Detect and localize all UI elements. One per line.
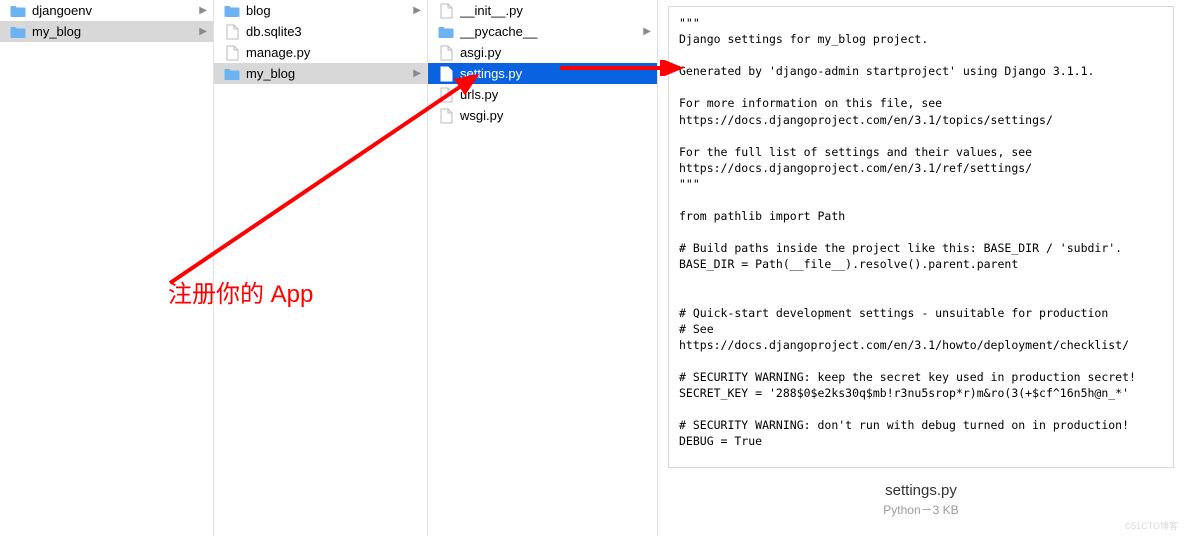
annotation-text: 注册你的 App [168, 274, 313, 309]
file-item-settings-py[interactable]: settings.py [428, 63, 657, 84]
file-icon [438, 3, 454, 19]
file-icon [224, 45, 240, 61]
file-item-db-sqlite3[interactable]: db.sqlite3 [214, 21, 427, 42]
item-label: djangoenv [32, 3, 197, 18]
column-1: djangoenv▶my_blog▶ [0, 0, 214, 536]
item-label: blog [246, 3, 411, 18]
file-preview[interactable]: """ Django settings for my_blog project.… [668, 6, 1174, 468]
watermark: ©51CTO博客 [1125, 519, 1178, 532]
file-item-manage-py[interactable]: manage.py [214, 42, 427, 63]
item-label: __pycache__ [460, 24, 641, 39]
file-item-my-blog[interactable]: my_blog▶ [214, 63, 427, 84]
file-item-urls-py[interactable]: urls.py [428, 84, 657, 105]
item-label: wsgi.py [460, 108, 651, 123]
item-label: urls.py [460, 87, 651, 102]
item-label: __init__.py [460, 3, 651, 18]
folder-icon [10, 24, 26, 40]
file-icon [224, 24, 240, 40]
file-item---pycache--[interactable]: __pycache__▶ [428, 21, 657, 42]
file-metadata: settings.py Python－3 KB [658, 474, 1184, 518]
file-item-djangoenv[interactable]: djangoenv▶ [0, 0, 213, 21]
chevron-right-icon: ▶ [411, 68, 421, 79]
preview-fileinfo: Python－3 KB [658, 501, 1184, 518]
file-item-blog[interactable]: blog▶ [214, 0, 427, 21]
preview-filename: settings.py [658, 482, 1184, 499]
chevron-right-icon: ▶ [411, 5, 421, 16]
file-icon [438, 108, 454, 124]
chevron-right-icon: ▶ [197, 5, 207, 16]
item-label: settings.py [460, 66, 651, 81]
finder-columns: djangoenv▶my_blog▶ blog▶db.sqlite3manage… [0, 0, 1184, 536]
column-3: __init__.py __pycache__▶ asgi.py settings.p… [428, 0, 658, 536]
file-item-my-blog[interactable]: my_blog▶ [0, 21, 213, 42]
file-item-wsgi-py[interactable]: wsgi.py [428, 105, 657, 126]
folder-icon [10, 3, 26, 19]
item-label: asgi.py [460, 45, 651, 60]
chevron-right-icon: ▶ [641, 26, 651, 37]
column-2: blog▶db.sqlite3manage.pymy_blog▶ [214, 0, 428, 536]
chevron-right-icon: ▶ [197, 26, 207, 37]
folder-icon [438, 24, 454, 40]
item-label: my_blog [246, 66, 411, 81]
file-icon [438, 66, 454, 82]
file-icon [438, 45, 454, 61]
item-label: manage.py [246, 45, 421, 60]
file-item-asgi-py[interactable]: asgi.py [428, 42, 657, 63]
file-item---init---py[interactable]: __init__.py [428, 0, 657, 21]
folder-icon [224, 66, 240, 82]
preview-column: """ Django settings for my_blog project.… [658, 0, 1184, 536]
item-label: db.sqlite3 [246, 24, 421, 39]
file-icon [438, 87, 454, 103]
item-label: my_blog [32, 24, 197, 39]
folder-icon [224, 3, 240, 19]
